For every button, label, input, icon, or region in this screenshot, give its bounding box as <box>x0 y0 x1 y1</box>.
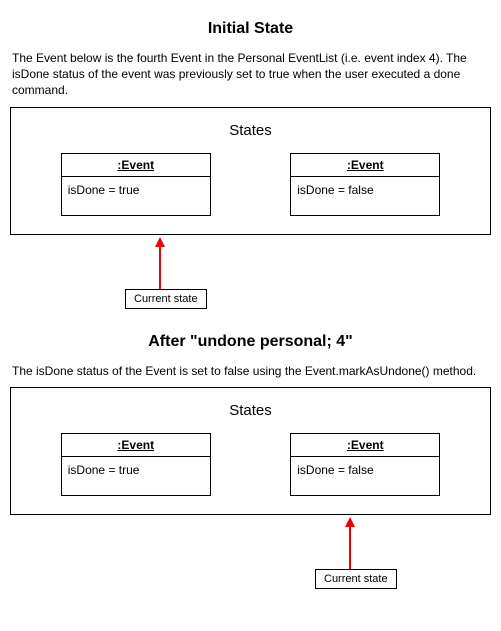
section2-event-right-head: :Event <box>291 434 439 457</box>
section2-desc: The isDone status of the Event is set to… <box>12 363 489 379</box>
arrow-head-icon <box>345 517 355 527</box>
section1-event-left-body: isDone = true <box>62 177 210 215</box>
arrow-line-icon <box>349 527 351 569</box>
section2-current-state-label: Current state <box>315 569 397 589</box>
section2-event-left: :Event isDone = true <box>61 433 211 496</box>
section2-row: :Event isDone = true :Event isDone = fal… <box>21 433 480 496</box>
section2-pointer: Current state <box>10 515 491 595</box>
section1-event-left-head: :Event <box>62 154 210 177</box>
section1-event-right-head: :Event <box>291 154 439 177</box>
section2-title: After "undone personal; 4" <box>10 333 491 351</box>
section2-event-left-head: :Event <box>62 434 210 457</box>
section2-event-right: :Event isDone = false <box>290 433 440 496</box>
section1-event-right-body: isDone = false <box>291 177 439 215</box>
section2-event-right-body: isDone = false <box>291 457 439 495</box>
section1-row: :Event isDone = true :Event isDone = fal… <box>21 153 480 216</box>
section1-event-left: :Event isDone = true <box>61 153 211 216</box>
section1-current-state-label: Current state <box>125 289 207 309</box>
section1-states-label: States <box>21 122 480 139</box>
arrow-head-icon <box>155 237 165 247</box>
section2-event-left-body: isDone = true <box>62 457 210 495</box>
section1-desc: The Event below is the fourth Event in t… <box>12 50 489 99</box>
section1-event-right: :Event isDone = false <box>290 153 440 216</box>
section2-states-label: States <box>21 402 480 419</box>
section1-pointer: Current state <box>10 235 491 315</box>
section2-states-box: States :Event isDone = true :Event isDon… <box>10 387 491 515</box>
section1-title: Initial State <box>10 20 491 38</box>
arrow-line-icon <box>159 247 161 289</box>
section1-states-box: States :Event isDone = true :Event isDon… <box>10 107 491 235</box>
